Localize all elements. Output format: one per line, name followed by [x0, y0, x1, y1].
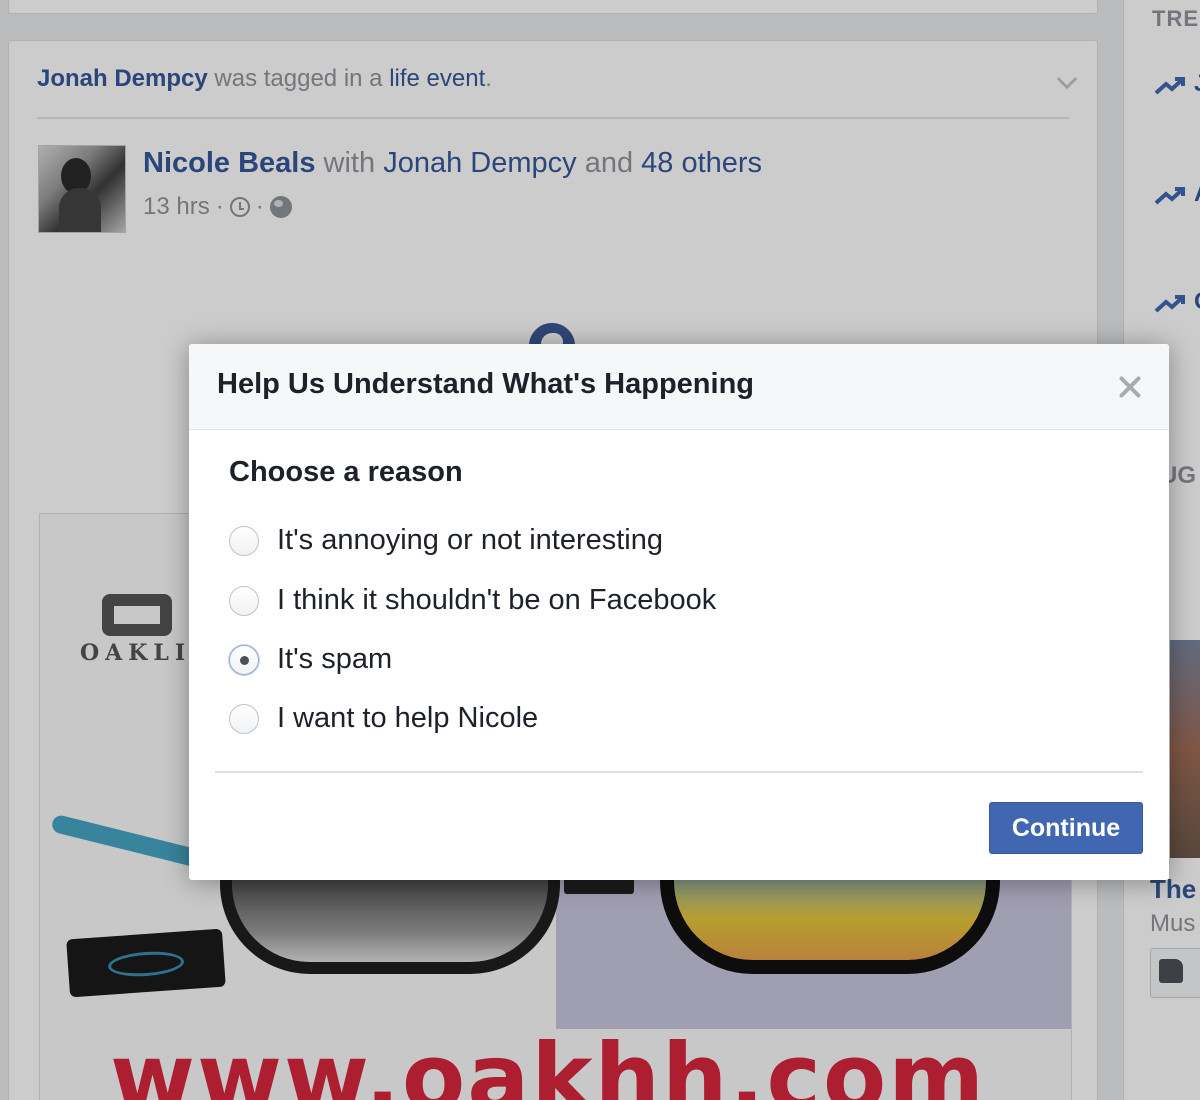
reason-radio[interactable]: [229, 585, 259, 616]
reason-label: It's annoying or not interesting: [277, 524, 663, 556]
report-dialog: Help Us Understand What's Happening Choo…: [189, 344, 1169, 880]
continue-button[interactable]: Continue: [989, 802, 1143, 854]
reason-label: It's spam: [277, 643, 393, 675]
divider: [215, 771, 1143, 773]
reason-option-help-nicole[interactable]: I want to help Nicole: [229, 702, 538, 735]
reason-option-shouldnt-be-on-facebook[interactable]: I think it shouldn't be on Facebook: [229, 584, 716, 617]
reason-option-annoying[interactable]: It's annoying or not interesting: [229, 524, 663, 557]
dialog-title: Help Us Understand What's Happening: [217, 368, 754, 400]
reason-radio[interactable]: [229, 525, 259, 556]
dialog-header: Help Us Understand What's Happening: [189, 344, 1169, 430]
reason-radio-selected[interactable]: [229, 644, 259, 675]
reason-label: I think it shouldn't be on Facebook: [277, 584, 717, 616]
reason-heading: Choose a reason: [229, 456, 463, 488]
reason-option-spam[interactable]: It's spam: [229, 643, 392, 676]
reason-radio[interactable]: [229, 703, 259, 734]
reason-label: I want to help Nicole: [277, 702, 539, 734]
close-icon[interactable]: [1117, 374, 1143, 400]
